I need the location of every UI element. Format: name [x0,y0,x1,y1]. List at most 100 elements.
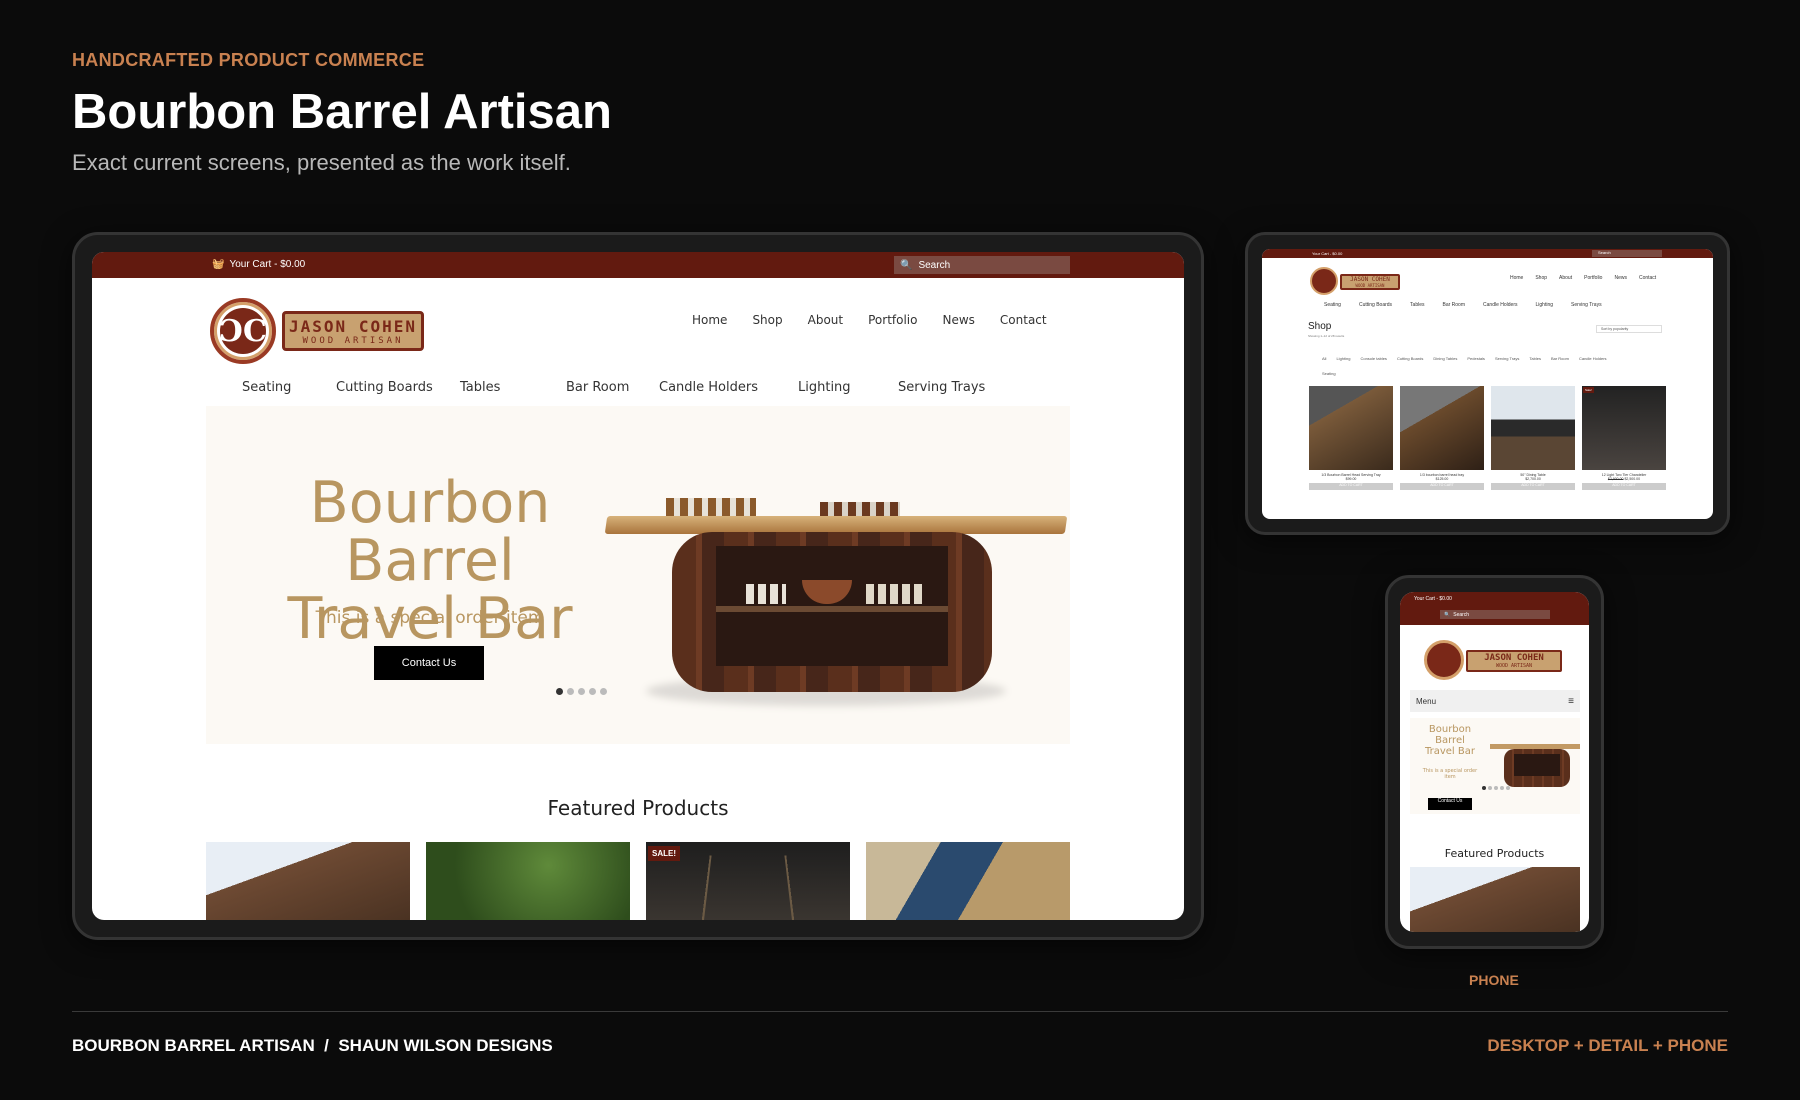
cart-link[interactable]: 🧺 Your Cart - $0.00 [212,259,305,270]
tablet-cat-tables[interactable]: Tables [1410,302,1424,308]
tablet-nav-home[interactable]: Home [1510,275,1523,281]
filter-tables[interactable]: Tables [1529,356,1541,361]
filter-console-tables[interactable]: Console tables [1360,356,1386,361]
filter-pedestals[interactable]: Pedestals [1467,356,1485,361]
eyebrow: HANDCRAFTED PRODUCT COMMERCE [72,50,425,70]
tablet-result-count: Showing 1–12 of 28 results [1308,334,1345,338]
phone-dot-2[interactable] [1488,786,1492,790]
phone-hero-sub: This is a special order item [1410,768,1490,780]
search-placeholder: Search [918,259,951,271]
tablet-sale-badge: Sale! [1583,387,1594,393]
slider-dots [556,688,607,695]
product-card-2[interactable] [426,842,630,920]
tablet-product-4-image: Sale! [1582,386,1666,470]
tablet-product-3[interactable]: 50" Dining Table $2,700.00 ADD TO CART [1491,386,1575,506]
phone-dot-5[interactable] [1506,786,1510,790]
slider-dot-2[interactable] [567,688,574,695]
nav-shop[interactable]: Shop [752,313,782,327]
product-card-4[interactable] [866,842,1070,920]
tablet-product-2-add[interactable]: ADD TO CART [1400,483,1484,490]
phone-logo[interactable]: JASON COHEN WOOD ARTISAN [1424,640,1564,680]
tablet-logo-line2: WOOD ARTISAN [1355,283,1385,288]
phone-logo-line2: WOOD ARTISAN [1495,663,1533,669]
filter-dining-tables[interactable]: Dining Tables [1433,356,1457,361]
tablet-nav-news[interactable]: News [1614,275,1627,281]
tablet-search[interactable]: Search [1592,250,1662,257]
slider-dot-4[interactable] [589,688,596,695]
cat-serving-trays[interactable]: Serving Trays [898,380,985,395]
cat-bar-room[interactable]: Bar Room [566,380,629,395]
tablet-cat-candle-holders[interactable]: Candle Holders [1483,302,1517,308]
phone-hero-line3: Travel Bar [1424,746,1475,757]
nav-about[interactable]: About [808,313,843,327]
nav-portfolio[interactable]: Portfolio [868,313,917,327]
logo-line2: WOOD ARTISAN [302,335,404,346]
tablet-cart[interactable]: Your Cart - $0.00 [1312,251,1342,256]
filter-bar-room[interactable]: Bar Room [1551,356,1569,361]
slider-dot-5[interactable] [600,688,607,695]
filter-cutting-boards[interactable]: Cutting Boards [1397,356,1423,361]
cat-lighting[interactable]: Lighting [798,380,851,395]
phone-hero-heading: Bourbon Barrel Travel Bar [1410,724,1490,757]
product-card-3[interactable]: SALE! [646,842,850,920]
tablet-cat-bar-room[interactable]: Bar Room [1443,302,1466,308]
tablet-nav-portfolio[interactable]: Portfolio [1584,275,1602,281]
tablet-nav-shop[interactable]: Shop [1535,275,1547,281]
site-logo[interactable]: ƆC JASON COHEN WOOD ARTISAN [210,298,428,364]
slider-dot-3[interactable] [578,688,585,695]
tablet-screen: Your Cart - $0.00 Search JASON COHEN WOO… [1262,249,1713,519]
cat-tables[interactable]: Tables [460,380,500,395]
search-icon: 🔍 [900,259,913,271]
tablet-product-4[interactable]: Sale! 12 Light Two Tier Chandelier $2,90… [1582,386,1666,506]
travel-bar-image [604,476,1068,706]
desktop-topbar: 🧺 Your Cart - $0.00 🔍 Search [92,252,1184,278]
tablet-product-1-add[interactable]: ADD TO CART [1309,483,1393,490]
phone-hero-sub2: item [1444,774,1456,780]
tablet-nav-contact[interactable]: Contact [1639,275,1656,281]
product-card-1[interactable] [206,842,410,920]
slider-dot-1[interactable] [556,688,563,695]
phone-menu-toggle[interactable]: Menu ≡ [1410,690,1580,712]
tablet-sort-select[interactable]: Sort by popularity [1596,325,1662,333]
tablet-cat-lighting[interactable]: Lighting [1535,302,1553,308]
nav-news[interactable]: News [942,313,974,327]
logo-wordmark: JASON COHEN WOOD ARTISAN [282,311,424,351]
tablet-product-1[interactable]: 1/3 Bourbon Barrel Head Serving Tray $99… [1309,386,1393,506]
nav-home[interactable]: Home [692,313,727,327]
cat-seating[interactable]: Seating [242,380,291,395]
phone-search[interactable]: 🔍 Search [1440,610,1550,619]
contact-us-button[interactable]: Contact Us [374,646,484,680]
hero-slider: Bourbon Barrel Travel Bar This is a spec… [206,406,1070,744]
phone-logo-line1: JASON COHEN [1484,653,1544,663]
tablet-logo[interactable]: JASON COHEN WOOD ARTISAN [1310,267,1402,295]
phone-product-card[interactable] [1410,867,1580,932]
filter-serving-trays[interactable]: Serving Trays [1495,356,1519,361]
filter-seating[interactable]: Seating [1322,371,1336,376]
cat-cutting-boards[interactable]: Cutting Boards [336,380,433,395]
tablet-cat-seating[interactable]: Seating [1324,302,1341,308]
tablet-product-3-add[interactable]: ADD TO CART [1491,483,1575,490]
phone-search-label: Search [1453,611,1470,618]
tablet-cat-serving-trays[interactable]: Serving Trays [1571,302,1602,308]
tablet-product-2[interactable]: 1/3 bourbon barrel head tray $125.00 ADD… [1400,386,1484,506]
tablet-cat-cutting-boards[interactable]: Cutting Boards [1359,302,1392,308]
tablet-product-1-price: $99.00 [1345,477,1357,481]
filter-all[interactable]: All [1322,356,1326,361]
tablet-shop-title: Shop [1308,321,1332,332]
filter-lighting[interactable]: Lighting [1336,356,1350,361]
phone-frame: Your Cart - $0.00 🔍 Search JASON COHEN W… [1385,575,1604,949]
phone-dot-3[interactable] [1494,786,1498,790]
search-box[interactable]: 🔍 Search [894,256,1070,274]
footer-divider [72,1011,1728,1012]
tablet-product-4-add[interactable]: ADD TO CART [1582,483,1666,490]
phone-dot-4[interactable] [1500,786,1504,790]
filter-candle-holders[interactable]: Candle Holders [1579,356,1607,361]
phone-dot-1[interactable] [1482,786,1486,790]
phone-travel-bar-image [1490,732,1580,792]
cat-candle-holders[interactable]: Candle Holders [659,380,758,395]
tablet-product-3-image [1491,386,1575,470]
phone-cart[interactable]: Your Cart - $0.00 [1414,596,1452,602]
tablet-nav-about[interactable]: About [1559,275,1572,281]
nav-contact[interactable]: Contact [1000,313,1047,327]
phone-contact-button[interactable]: Contact Us [1428,798,1472,810]
